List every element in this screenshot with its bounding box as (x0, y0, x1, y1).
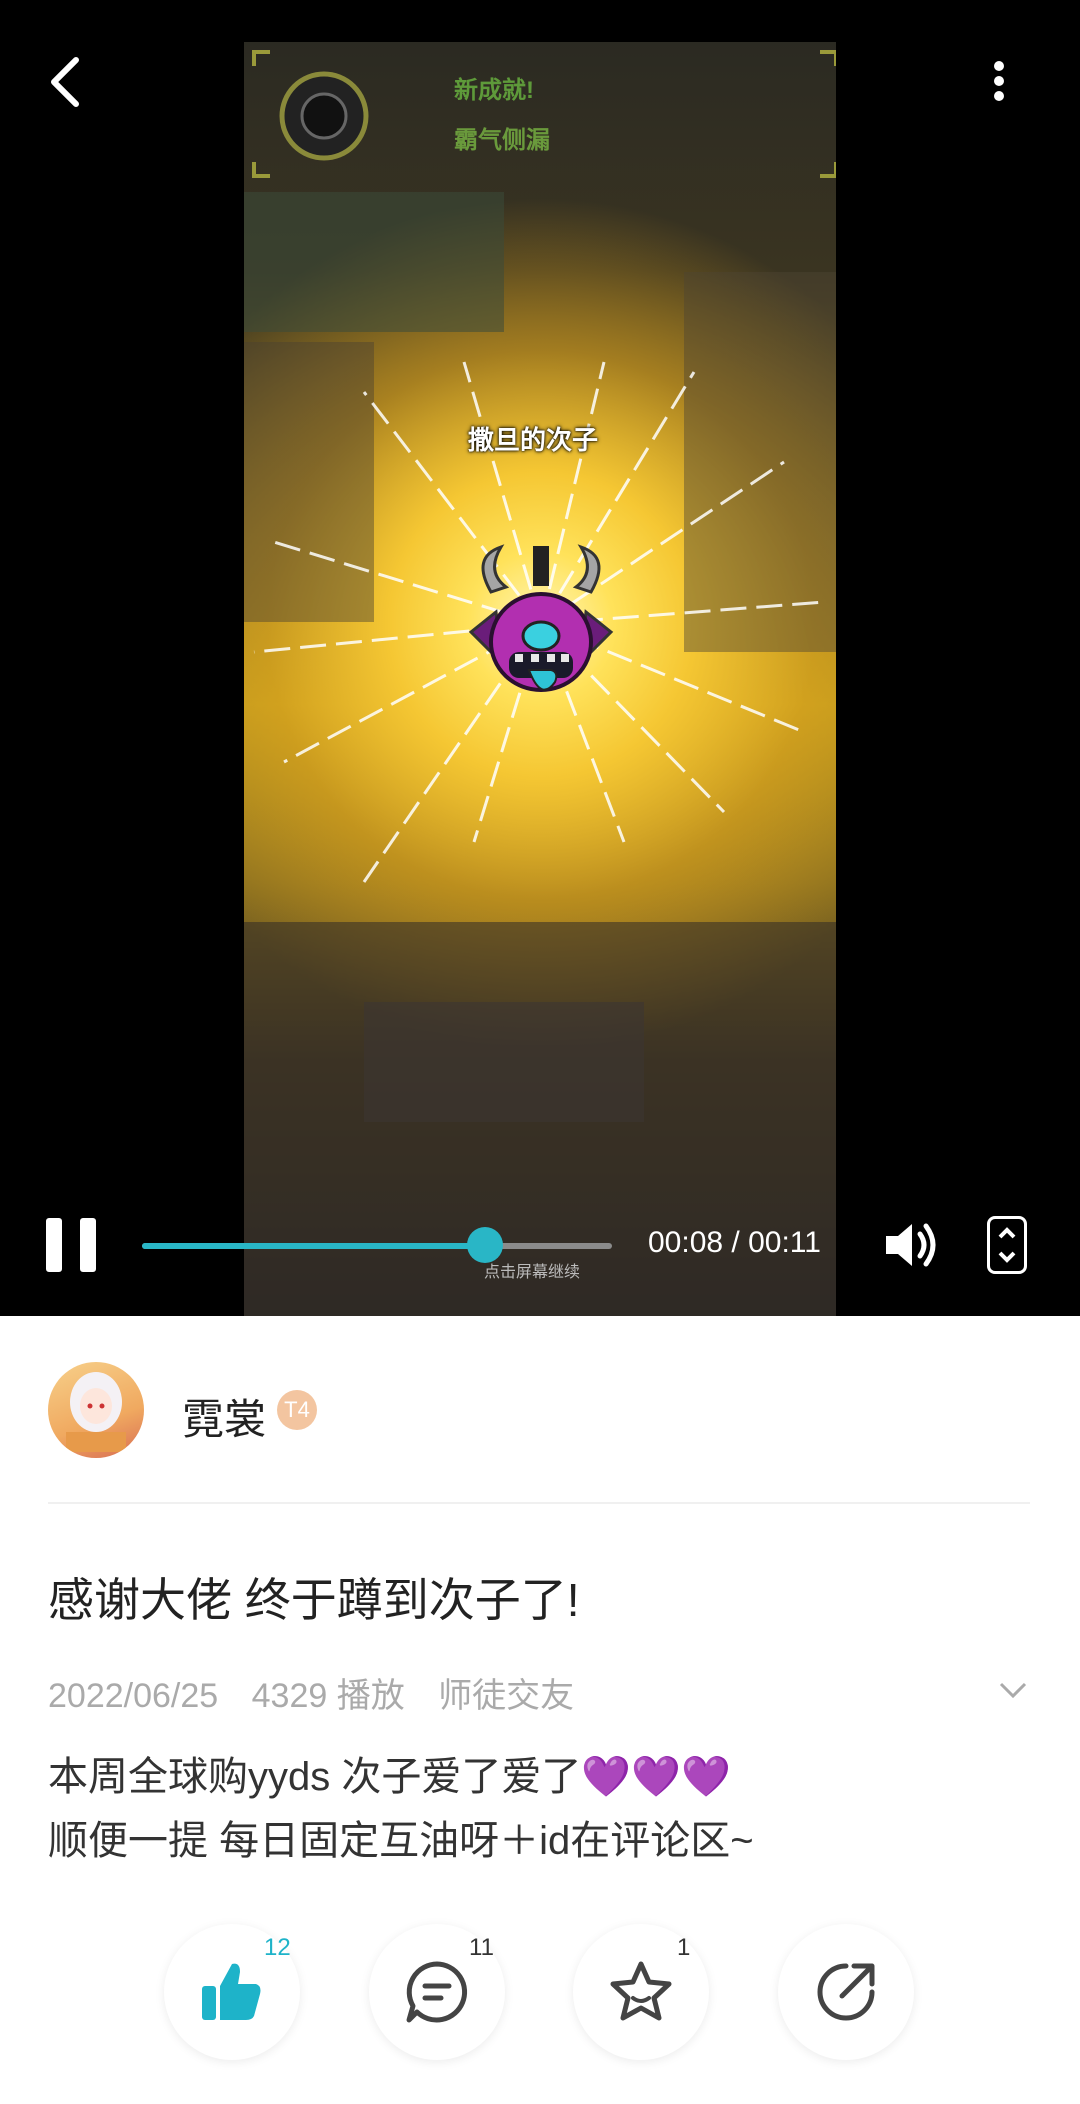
fullscreen-button[interactable] (987, 1216, 1027, 1274)
fullscreen-icon (998, 1227, 1016, 1263)
pause-button[interactable] (46, 1218, 98, 1272)
comment-count: 11 (469, 1934, 494, 1961)
post-meta: 2022/06/25 4329 播放 师徒交友 (48, 1668, 598, 1717)
video-player[interactable]: 新成就! 霸气侧漏 撒旦的次子 点击屏幕继续 00:08 / 00:11 (0, 0, 1080, 1316)
favorite-button[interactable]: 1 (573, 1924, 709, 2060)
share-icon (817, 1963, 875, 2021)
like-button[interactable]: 12 (164, 1924, 300, 2060)
progress-fill (142, 1243, 486, 1249)
back-arrow-icon (51, 57, 79, 107)
post-title: 感谢大佬 终于蹲到次子了! (48, 1574, 580, 1626)
play-count: 4329 播放 (251, 1677, 405, 1715)
level-badge: T4 (277, 1390, 317, 1430)
progress-track[interactable] (142, 1243, 612, 1249)
achievement-title: 新成就! (454, 77, 534, 104)
star-icon (610, 1961, 672, 2021)
more-button[interactable] (984, 58, 1014, 104)
progress-handle[interactable] (467, 1227, 504, 1263)
video-scene (244, 50, 836, 1316)
post-date: 2022/06/25 (48, 1677, 219, 1715)
achievement-name: 霸气侧漏 (454, 127, 550, 154)
username[interactable]: 霓裳 (182, 1386, 266, 1447)
post-description: 本周全球购yyds 次子爱了爱了💜💜💜 顺便一提 每日固定互油呀＋id在评论区~ (48, 1745, 1028, 1873)
video-frame[interactable]: 新成就! 霸气侧漏 撒旦的次子 点击屏幕继续 (244, 42, 836, 1316)
comment-icon (406, 1961, 468, 2023)
favorite-count: 1 (677, 1934, 691, 1961)
time-display: 00:08 / 00:11 (648, 1226, 821, 1259)
avatar-image (66, 1372, 126, 1452)
description-line: 本周全球购yyds 次子爱了爱了💜💜💜 (48, 1755, 731, 1799)
description-line: 顺便一提 每日固定互油呀＋id在评论区~ (48, 1819, 754, 1863)
item-name: 撒旦的次子 (468, 425, 599, 455)
divider (48, 1502, 1030, 1504)
more-vertical-icon (994, 61, 1004, 101)
avatar[interactable] (48, 1362, 144, 1458)
comment-button[interactable]: 11 (369, 1924, 505, 2060)
expand-button[interactable] (998, 1680, 1028, 1700)
player-controls: 00:08 / 00:11 (0, 1200, 1080, 1290)
volume-button[interactable] (882, 1218, 940, 1272)
chevron-down-icon (999, 1682, 1027, 1699)
post-tag[interactable]: 师徒交友 (438, 1677, 574, 1715)
action-bar: 12 11 1 (0, 1924, 1080, 2064)
back-button[interactable] (46, 54, 86, 110)
volume-icon (886, 1223, 936, 1267)
share-button[interactable] (778, 1924, 914, 2060)
thumbs-up-icon (202, 1963, 261, 2020)
like-count: 12 (264, 1934, 291, 1961)
